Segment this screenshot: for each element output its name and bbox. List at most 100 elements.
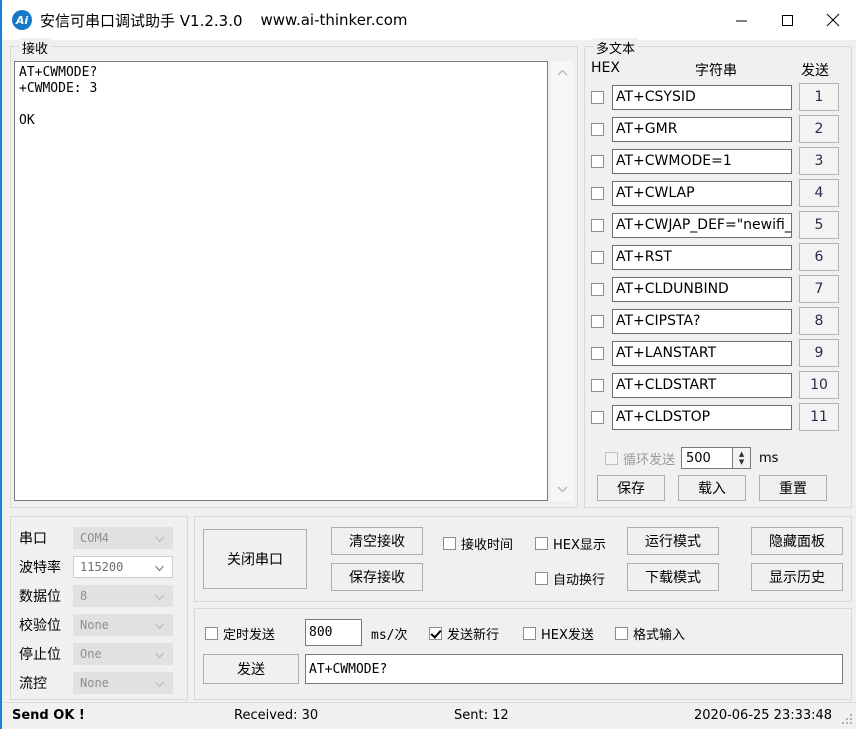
serial-setting-select[interactable]: 115200 (73, 556, 173, 578)
hex-display-checkbox[interactable]: HEX显示 (535, 534, 606, 553)
serial-setting-select[interactable]: None (73, 672, 173, 694)
auto-wrap-checkbox[interactable]: 自动换行 (535, 569, 605, 588)
spinner-down-icon[interactable]: ▼ (739, 458, 744, 466)
serial-setting-select[interactable]: One (73, 643, 173, 665)
serial-settings-panel: 串口 COM4 波特率 115200 数据位 8 校验位 None 停止位 One 流控 None (10, 516, 188, 700)
send-input[interactable]: AT+CWMODE? (305, 654, 843, 684)
loop-interval-input[interactable]: 500 (681, 447, 734, 469)
format-input-checkbox[interactable]: 格式输入 (615, 624, 685, 643)
hex-send-checkbox[interactable]: HEX发送 (523, 624, 594, 643)
clear-receive-button[interactable]: 清空接收 (331, 527, 423, 555)
multitext-command-input[interactable]: AT+CLDUNBIND (612, 276, 792, 302)
save-button[interactable]: 保存 (597, 475, 665, 501)
loop-send-checkbox[interactable]: 循环发送 (605, 449, 675, 468)
app-window: Ai 安信可串口调试助手 V1.2.3.0 www.ai-thinker.com… (0, 0, 856, 729)
serial-setting-row: 串口 COM4 (19, 525, 181, 551)
send-interval-input[interactable]: 800 (305, 619, 362, 646)
multitext-hex-checkbox[interactable] (591, 186, 604, 200)
multitext-row: AT+CLDSTART 10 (591, 369, 847, 401)
serial-setting-select[interactable]: COM4 (73, 527, 173, 549)
window-title: 安信可串口调试助手 V1.2.3.0 (40, 11, 243, 30)
receive-panel-label: 接收 (19, 38, 52, 57)
multitext-command-input[interactable]: AT+GMR (612, 116, 792, 142)
hex-send-box (523, 627, 536, 640)
minimize-button[interactable] (718, 0, 764, 40)
multitext-hex-checkbox[interactable] (591, 410, 604, 424)
multitext-send-button[interactable]: 2 (799, 115, 839, 143)
hex-send-label: HEX发送 (541, 628, 594, 643)
load-button[interactable]: 载入 (678, 475, 746, 501)
receive-time-checkbox[interactable]: 接收时间 (443, 534, 513, 553)
multitext-command-input[interactable]: AT+CWLAP (612, 180, 792, 206)
multitext-send-button[interactable]: 11 (799, 403, 839, 431)
multitext-send-button[interactable]: 7 (799, 275, 839, 303)
multitext-send-button[interactable]: 8 (799, 307, 839, 335)
multitext-command-input[interactable]: AT+LANSTART (612, 340, 792, 366)
loop-interval-spinner[interactable]: ▲ ▼ (733, 447, 752, 469)
multitext-hex-checkbox[interactable] (591, 250, 604, 264)
multitext-hex-checkbox[interactable] (591, 90, 604, 104)
status-datetime: 2020-06-25 23:33:48 (694, 708, 833, 723)
multitext-send-button[interactable]: 4 (799, 179, 839, 207)
multitext-panel-label: 多文本 (593, 38, 639, 57)
status-sent: Sent: 12 (454, 708, 509, 723)
download-mode-button[interactable]: 下载模式 (627, 563, 719, 591)
send-button[interactable]: 发送 (203, 654, 299, 684)
multitext-send-button[interactable]: 3 (799, 147, 839, 175)
show-history-button[interactable]: 显示历史 (751, 563, 843, 591)
scroll-down-icon[interactable] (551, 479, 574, 499)
multitext-send-button[interactable]: 5 (799, 211, 839, 239)
loop-send-box (605, 451, 618, 465)
serial-setting-value: None (80, 618, 109, 632)
save-receive-button[interactable]: 保存接收 (331, 563, 423, 591)
reset-button[interactable]: 重置 (759, 475, 827, 501)
multitext-hex-checkbox[interactable] (591, 314, 604, 328)
multitext-command-input[interactable]: AT+CSYSID (612, 84, 792, 110)
multitext-hex-checkbox[interactable] (591, 282, 604, 296)
send-interval-unit: ms/次 (371, 628, 408, 643)
multitext-send-button[interactable]: 6 (799, 243, 839, 271)
multitext-hex-checkbox[interactable] (591, 378, 604, 392)
serial-setting-select[interactable]: 8 (73, 585, 173, 607)
loop-send-row: 循环发送 500 ▲ ▼ ms (605, 445, 851, 471)
status-received: Received: 30 (234, 708, 319, 723)
multitext-row: AT+LANSTART 9 (591, 337, 847, 369)
controls-panel: 关闭串口 清空接收 保存接收 接收时间 HEX显示 自动换行 运行模式 下载模式… (194, 516, 852, 602)
timed-send-checkbox[interactable]: 定时发送 (205, 624, 275, 643)
close-button[interactable] (810, 0, 856, 40)
multitext-hex-checkbox[interactable] (591, 218, 604, 232)
multitext-send-button[interactable]: 1 (799, 83, 839, 111)
scroll-up-icon[interactable] (551, 63, 574, 83)
multitext-send-button[interactable]: 9 (799, 339, 839, 367)
receive-textarea[interactable]: AT+CWMODE? +CWMODE: 3 OK (14, 61, 548, 501)
run-mode-button[interactable]: 运行模式 (627, 527, 719, 555)
auto-wrap-label: 自动换行 (553, 573, 606, 588)
multitext-command-input[interactable]: AT+CLDSTART (612, 372, 792, 398)
multitext-hex-checkbox[interactable] (591, 122, 604, 136)
resize-grip-icon[interactable] (842, 714, 854, 726)
receive-scrollbar[interactable] (551, 61, 574, 501)
multitext-command-input[interactable]: AT+CIPSTA? (612, 308, 792, 334)
chevron-down-icon (155, 591, 164, 601)
maximize-button[interactable] (764, 0, 810, 40)
multitext-command-input[interactable]: AT+CWJAP_DEF="newifi_ (612, 212, 792, 238)
hide-panel-button[interactable]: 隐藏面板 (751, 527, 843, 555)
multitext-hex-checkbox[interactable] (591, 154, 604, 168)
receive-time-box (443, 537, 456, 550)
serial-setting-label: 波特率 (19, 560, 61, 576)
serial-setting-value: 8 (80, 589, 88, 603)
multitext-row: AT+CLDSTOP 11 (591, 401, 847, 433)
column-header-send: 发送 (801, 63, 829, 79)
chevron-down-icon (155, 533, 164, 543)
spinner-up-icon[interactable]: ▲ (739, 450, 744, 458)
serial-setting-select[interactable]: None (73, 614, 173, 636)
multitext-send-button[interactable]: 10 (799, 371, 839, 399)
multitext-hex-checkbox[interactable] (591, 346, 604, 360)
multitext-command-input[interactable]: AT+RST (612, 244, 792, 270)
send-newline-checkbox[interactable]: 发送新行 (429, 624, 499, 643)
multitext-actions: 保存 载入 重置 (597, 475, 847, 501)
port-toggle-button[interactable]: 关闭串口 (203, 529, 307, 589)
format-input-label: 格式输入 (633, 628, 686, 643)
multitext-command-input[interactable]: AT+CWMODE=1 (612, 148, 792, 174)
multitext-command-input[interactable]: AT+CLDSTOP (612, 404, 792, 430)
